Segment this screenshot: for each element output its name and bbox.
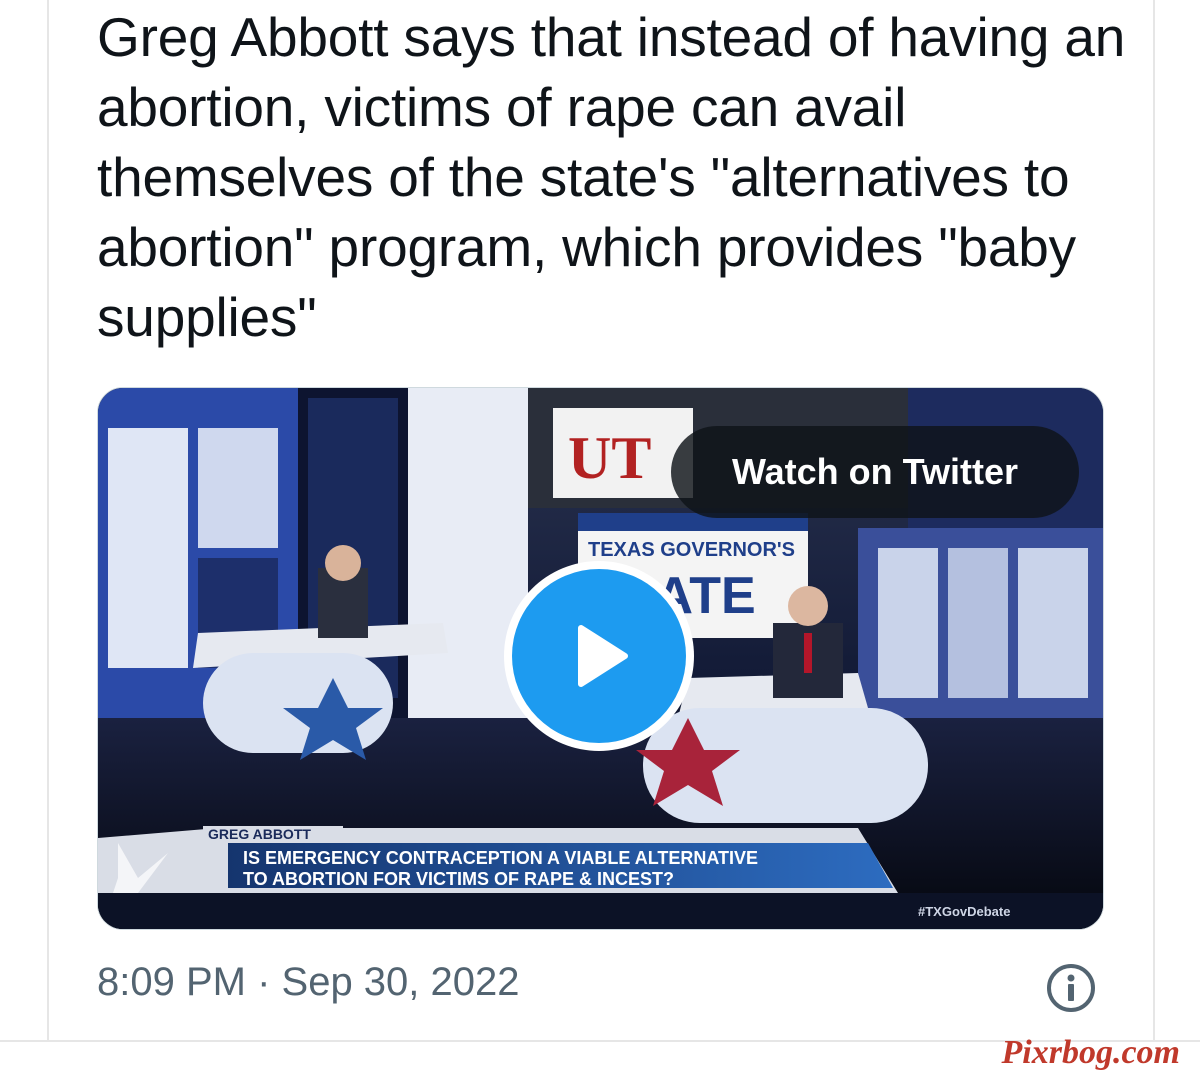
card-border-left — [47, 0, 49, 1040]
tweet-timestamp[interactable]: 8:09 PM · Sep 30, 2022 — [97, 960, 520, 1005]
tweet-screenshot: Greg Abbott says that instead of having … — [0, 0, 1200, 1086]
lower-third-line1: IS EMERGENCY CONTRACEPTION A VIABLE ALTE… — [243, 848, 758, 868]
play-button-circle — [512, 569, 686, 743]
play-icon — [578, 625, 628, 687]
video-player[interactable]: UT TEXAS GOVERNOR'S BATE GREG ABBOTT IS … — [97, 387, 1104, 930]
lower-third-line2: TO ABORTION FOR VICTIMS OF RAPE & INCEST… — [243, 869, 674, 889]
watch-on-twitter-button[interactable]: Watch on Twitter — [671, 426, 1079, 518]
card-border-right — [1153, 0, 1155, 1040]
watermark-text: Pixrbog.com — [1001, 1034, 1180, 1071]
lower-third-name: GREG ABBOTT — [208, 826, 311, 842]
tweet-text: Greg Abbott says that instead of having … — [97, 6, 1126, 348]
play-button[interactable] — [504, 561, 694, 751]
set-sign-text: UT — [568, 425, 651, 491]
banner-line1: TEXAS GOVERNOR'S — [588, 539, 795, 561]
hashtag-label: #TXGovDebate — [918, 904, 1010, 919]
info-icon[interactable] — [1046, 963, 1096, 1013]
